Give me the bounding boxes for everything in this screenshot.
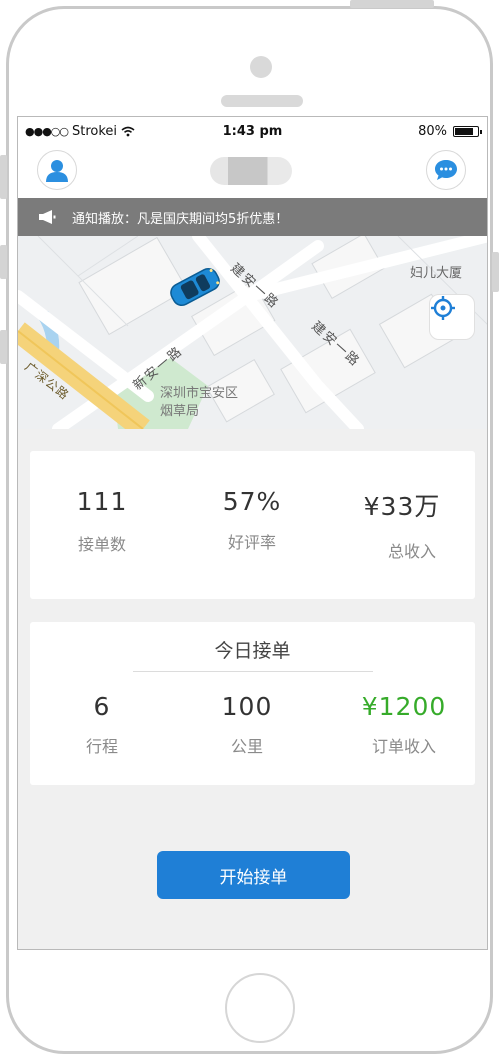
today-trips-label: 行程 <box>85 737 118 756</box>
start-accepting-orders-button[interactable]: 开始接单 <box>157 851 350 899</box>
notice-banner[interactable]: 通知播放：凡是国庆期间均5折优惠！ <box>18 198 487 236</box>
stat-rating-label: 好评率 <box>227 533 276 552</box>
notice-text: 通知播放：凡是国庆期间均5折优惠！ <box>72 211 289 227</box>
chat-bubble-icon <box>435 160 457 180</box>
side-button <box>492 252 499 292</box>
status-time: 1:43 pm <box>222 124 283 139</box>
today-distance: 100 公里 <box>177 692 317 757</box>
summary-card: 111 接单数 57% 好评率 ¥33万 总收入 <box>30 451 475 599</box>
district-label: 深圳市宝安区 <box>160 386 239 401</box>
battery-level <box>455 128 473 135</box>
stat-orders-value: 111 <box>76 487 128 516</box>
battery-percent: 80% <box>418 124 447 139</box>
profile-button[interactable] <box>37 150 77 190</box>
today-income: ¥1200 订单收入 <box>330 692 478 757</box>
today-income-value: ¥1200 <box>361 692 447 721</box>
battery-icon <box>453 126 482 137</box>
earpiece-speaker <box>221 95 303 107</box>
nav-bar <box>18 145 487 198</box>
stat-income-value: ¥33万 <box>363 492 441 521</box>
megaphone-icon <box>38 209 56 225</box>
nav-title-placeholder <box>210 157 292 185</box>
volume-down-button <box>0 330 7 364</box>
stat-orders-label: 接单数 <box>77 535 126 554</box>
stat-orders: 111 接单数 <box>32 487 172 555</box>
today-divider <box>133 671 373 672</box>
status-battery-group: 80% <box>418 124 482 139</box>
power-button <box>350 0 434 8</box>
front-camera <box>250 56 272 78</box>
today-income-label: 订单收入 <box>371 737 436 756</box>
stat-income: ¥33万 总收入 <box>332 487 472 562</box>
place-label: 妇儿大厦 <box>410 266 463 281</box>
app-screen: ●●●○○ Strokei 1:43 pm 80% 通知播放：凡是国庆期间均5折… <box>17 116 488 950</box>
mute-switch <box>0 155 7 199</box>
stat-rating-value: 57% <box>222 487 282 516</box>
volume-up-button <box>0 245 7 279</box>
stat-rating: 57% 好评率 <box>182 487 322 553</box>
map-view[interactable]: 建安一路 建安一路 新安一路 广深公路 深圳市宝安区 烟草局 妇儿大厦 <box>18 236 487 429</box>
messages-button[interactable] <box>426 150 466 190</box>
user-avatar-icon <box>46 160 68 182</box>
today-trips-value: 6 <box>93 692 111 721</box>
poi-label: 烟草局 <box>160 404 200 419</box>
home-button[interactable] <box>225 973 295 1043</box>
today-distance-label: 公里 <box>230 737 263 756</box>
today-orders-card: 今日接单 6 行程 100 公里 ¥1200 订单收入 <box>30 622 475 785</box>
today-distance-value: 100 <box>221 692 273 721</box>
status-bar: ●●●○○ Strokei 1:43 pm 80% <box>18 117 487 145</box>
stat-income-label: 总收入 <box>387 542 436 561</box>
crosshair-icon <box>431 296 455 320</box>
today-trips: 6 行程 <box>32 692 172 757</box>
locate-button[interactable] <box>429 294 475 340</box>
today-title: 今日接单 <box>214 640 291 662</box>
